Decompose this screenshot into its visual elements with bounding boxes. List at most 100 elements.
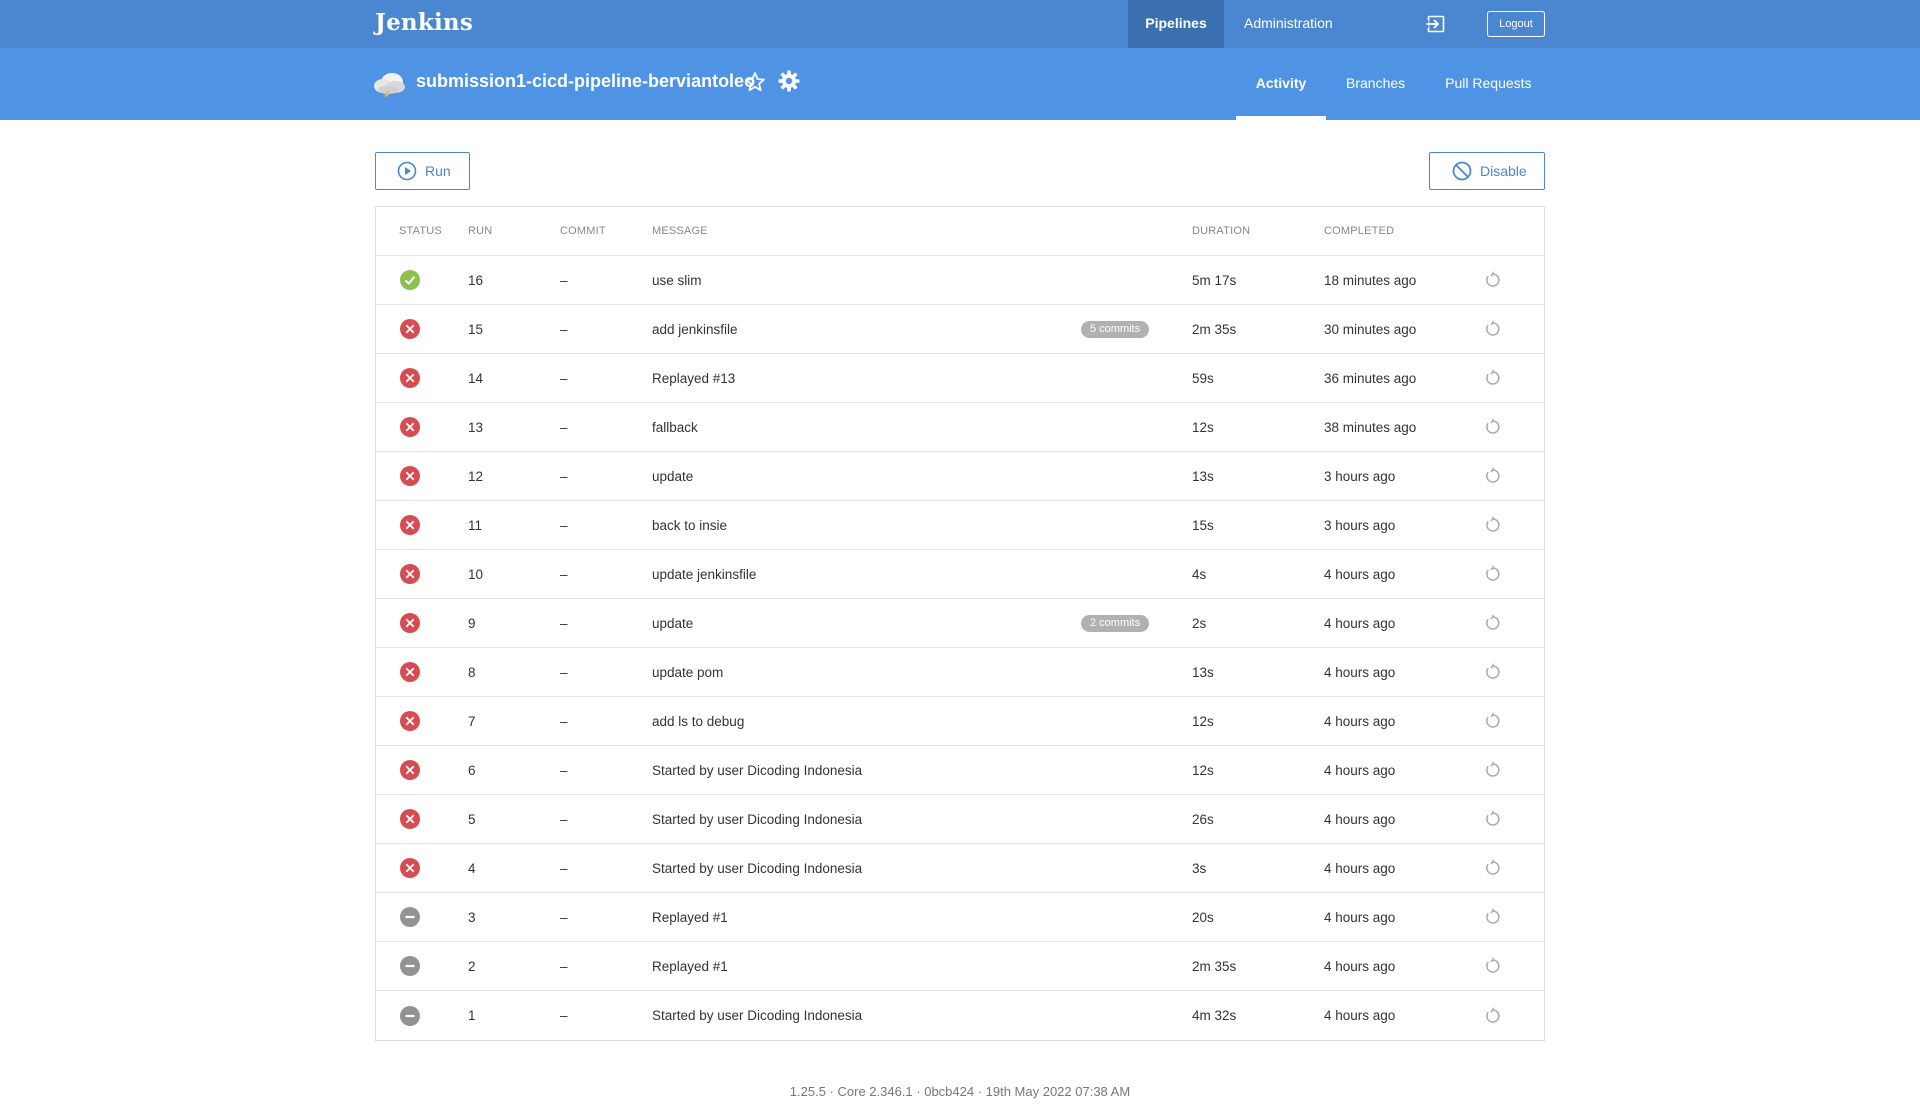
replay-icon[interactable] — [1484, 761, 1502, 779]
table-row[interactable]: 5 – Started by user Dicoding Indonesia 26s 4… — [376, 795, 1544, 844]
commit-message: fallback — [652, 419, 698, 435]
replay-icon[interactable] — [1484, 663, 1502, 681]
pipeline-title[interactable]: submission1-cicd-pipeline-berviantoleo — [416, 71, 755, 92]
status-cell — [376, 710, 468, 732]
table-row[interactable]: 2 – Replayed #1 2m 35s 4 hours ago — [376, 942, 1544, 991]
commit-cell: – — [560, 860, 568, 876]
duration-cell: 2m 35s — [1192, 958, 1237, 974]
table-row[interactable]: 13 – fallback 12s 38 minutes ago — [376, 403, 1544, 452]
table-row[interactable]: 15 – add jenkinsfile 5 commits 2m 35s 30 minu… — [376, 305, 1544, 354]
gear-icon[interactable] — [777, 69, 801, 93]
message-cell: back to insie — [652, 501, 1192, 549]
replay-cell — [1484, 663, 1514, 681]
replay-icon[interactable] — [1484, 565, 1502, 583]
table-row[interactable]: 14 – Replayed #13 59s 36 minutes ago — [376, 354, 1544, 403]
nav-pipelines[interactable]: Pipelines — [1128, 0, 1224, 48]
failure-x-icon — [400, 760, 420, 780]
table-row[interactable]: 3 – Replayed #1 20s 4 hours ago — [376, 893, 1544, 942]
table-row[interactable]: 4 – Started by user Dicoding Indonesia 3s 4 … — [376, 844, 1544, 893]
failure-x-icon — [400, 417, 420, 437]
table-row[interactable]: 12 – update 13s 3 hours ago — [376, 452, 1544, 501]
message-cell: update jenkinsfile — [652, 550, 1192, 598]
message-cell: Replayed #1 — [652, 942, 1192, 990]
replay-icon[interactable] — [1484, 271, 1502, 289]
commit-message: add ls to debug — [652, 713, 745, 729]
replay-icon[interactable] — [1484, 712, 1502, 730]
status-cell — [376, 612, 468, 634]
run-number: 3 — [468, 909, 476, 925]
message-cell: add jenkinsfile 5 commits — [652, 305, 1192, 353]
replay-cell — [1484, 467, 1514, 485]
block-icon — [1452, 161, 1472, 181]
table-row[interactable]: 6 – Started by user Dicoding Indonesia 12s 4… — [376, 746, 1544, 795]
failure-x-icon — [400, 711, 420, 731]
message-cell: fallback — [652, 403, 1192, 451]
failure-x-icon — [400, 564, 420, 584]
table-row[interactable]: 9 – update 2 commits 2s 4 hours ago — [376, 599, 1544, 648]
replay-icon[interactable] — [1484, 369, 1502, 387]
table-row[interactable]: 1 – Started by user Dicoding Indonesia 4m 3… — [376, 991, 1544, 1040]
table-row[interactable]: 7 – add ls to debug 12s 4 hours ago — [376, 697, 1544, 746]
logout-button[interactable]: Logout — [1487, 11, 1545, 37]
jenkins-logo[interactable]: Jenkins — [375, 9, 473, 36]
commit-cell: – — [560, 909, 568, 925]
header-duration: DURATION — [1192, 225, 1251, 237]
disable-button[interactable]: Disable — [1429, 152, 1545, 190]
disable-button-label: Disable — [1480, 163, 1527, 179]
replay-icon[interactable] — [1484, 418, 1502, 436]
commits-badge[interactable]: 5 commits — [1081, 321, 1150, 338]
replay-icon[interactable] — [1484, 320, 1502, 338]
completed-cell: 4 hours ago — [1324, 958, 1396, 974]
replay-icon[interactable] — [1484, 810, 1502, 828]
replay-icon[interactable] — [1484, 859, 1502, 877]
run-number: 7 — [468, 713, 476, 729]
replay-icon[interactable] — [1484, 614, 1502, 632]
duration-cell: 26s — [1192, 811, 1214, 827]
exit-icon[interactable] — [1426, 14, 1446, 34]
message-cell: update pom — [652, 648, 1192, 696]
table-row[interactable]: 8 – update pom 13s 4 hours ago — [376, 648, 1544, 697]
run-number: 15 — [468, 321, 484, 337]
replay-icon[interactable] — [1484, 467, 1502, 485]
replay-icon[interactable] — [1484, 1007, 1502, 1025]
replay-icon[interactable] — [1484, 957, 1502, 975]
replay-cell — [1484, 810, 1514, 828]
completed-cell: 4 hours ago — [1324, 762, 1396, 778]
status-cell — [376, 318, 468, 340]
run-button[interactable]: Run — [375, 152, 470, 190]
commits-badge[interactable]: 2 commits — [1081, 615, 1150, 632]
favorite-star-icon[interactable] — [743, 70, 767, 94]
tab-branches[interactable]: Branches — [1326, 48, 1425, 120]
message-cell: update — [652, 452, 1192, 500]
status-cell — [376, 906, 468, 928]
completed-cell: 36 minutes ago — [1324, 370, 1417, 386]
run-number: 12 — [468, 468, 484, 484]
tab-activity[interactable]: Activity — [1236, 48, 1326, 120]
commit-message: Started by user Dicoding Indonesia — [652, 811, 863, 827]
nav-administration[interactable]: Administration — [1224, 0, 1353, 48]
status-cell — [376, 661, 468, 683]
table-row[interactable]: 10 – update jenkinsfile 4s 4 hours ago — [376, 550, 1544, 599]
tab-pull-requests[interactable]: Pull Requests — [1425, 48, 1551, 120]
run-number: 1 — [468, 1008, 476, 1023]
table-row[interactable]: 16 – use slim 5m 17s 18 minutes ago — [376, 256, 1544, 305]
message-cell: Replayed #1 — [652, 893, 1192, 941]
commit-cell: – — [560, 517, 568, 533]
commit-message: update — [652, 468, 694, 484]
run-number: 6 — [468, 762, 476, 778]
table-row[interactable]: 11 – back to insie 15s 3 hours ago — [376, 501, 1544, 550]
replay-icon[interactable] — [1484, 908, 1502, 926]
status-cell — [376, 514, 468, 536]
commit-message: back to insie — [652, 517, 728, 533]
run-number: 14 — [468, 370, 484, 386]
replay-icon[interactable] — [1484, 516, 1502, 534]
duration-cell: 4s — [1192, 566, 1207, 582]
status-cell — [376, 759, 468, 781]
aborted-minus-icon — [400, 1005, 420, 1026]
commit-cell: – — [560, 615, 568, 631]
commit-message: use slim — [652, 272, 702, 288]
duration-cell: 12s — [1192, 762, 1214, 778]
completed-cell: 30 minutes ago — [1324, 321, 1417, 337]
commit-cell: – — [560, 272, 568, 288]
status-cell — [376, 563, 468, 585]
